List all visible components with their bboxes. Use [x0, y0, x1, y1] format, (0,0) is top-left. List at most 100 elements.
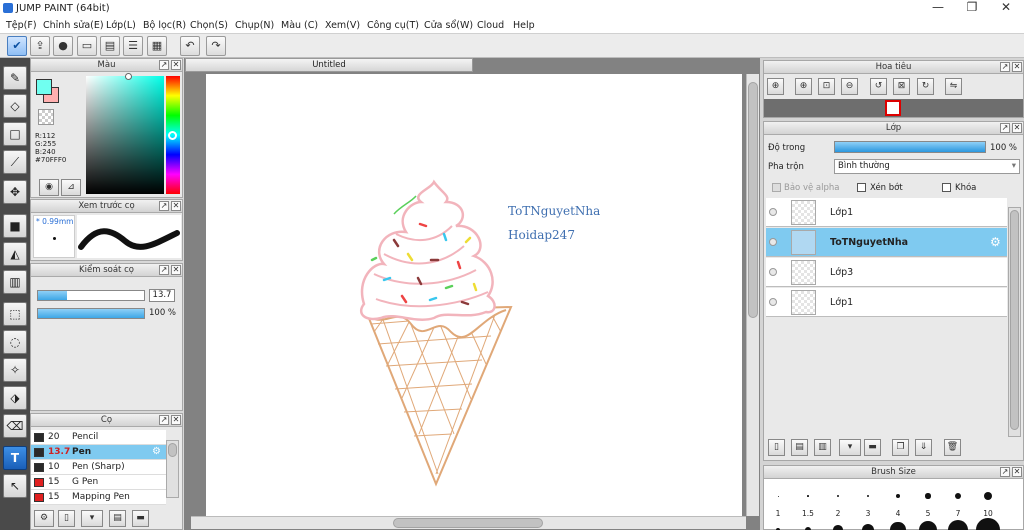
delete-layer-icon[interactable]: 🗑	[944, 439, 961, 456]
select-rect-tool-icon[interactable]: ⬚	[3, 302, 27, 326]
new-layer-icon[interactable]: ▯	[768, 439, 785, 456]
menu-window[interactable]: Cửa sổ(W)	[424, 20, 473, 31]
protect-alpha-checkbox[interactable]	[772, 183, 781, 192]
menu-file[interactable]: Tệp(F)	[6, 20, 37, 31]
blend-mode-select[interactable]: Bình thường ▾	[834, 159, 1020, 174]
layer-menu-icon[interactable]: ▾	[839, 439, 861, 456]
navigator-preview[interactable]	[764, 99, 1023, 117]
navigator-view-rect[interactable]	[885, 100, 901, 116]
brush-size-preset-large[interactable]	[861, 523, 875, 530]
brush-size-preset-8[interactable]	[984, 492, 992, 500]
brush-size-preset-6[interactable]	[925, 493, 931, 499]
brush-size-preset-large[interactable]	[804, 526, 812, 530]
hue-slider[interactable]	[166, 76, 180, 194]
maximize-button[interactable]: ❐	[955, 0, 989, 17]
brush-menu-icon[interactable]: ▾	[81, 510, 103, 527]
list-icon[interactable]: ☰	[123, 36, 143, 56]
lasso-tool-icon[interactable]: ◌	[3, 330, 27, 354]
merge-layer-icon[interactable]: ⇓	[915, 439, 932, 456]
brush-item-g-pen[interactable]: 15 G Pen	[31, 475, 166, 490]
fit-window-icon[interactable]: ⊡	[818, 78, 835, 95]
line-tool-icon[interactable]: ⟋	[3, 150, 27, 174]
brush-size-preset-5[interactable]	[896, 494, 900, 498]
saturation-value-picker[interactable]	[86, 73, 164, 194]
drawing-canvas[interactable]: ToTNguyetNha Hoidap247	[206, 74, 742, 516]
brush-size-preset-1[interactable]	[777, 495, 779, 497]
close-button[interactable]: ✕	[989, 0, 1023, 17]
grid-edit-icon[interactable]: ▦	[147, 36, 167, 56]
brush-size-preset-large[interactable]	[947, 519, 969, 530]
canvas-vscroll-thumb[interactable]	[748, 82, 758, 318]
rotate-right-icon[interactable]: ↻	[917, 78, 934, 95]
rotate-left-icon[interactable]: ↺	[870, 78, 887, 95]
panel-close-icon[interactable]: ✕	[1012, 62, 1022, 72]
panel-close-icon[interactable]: ✕	[171, 201, 181, 211]
lock-checkbox[interactable]	[942, 183, 951, 192]
panel-float-icon[interactable]: ↗	[1000, 62, 1010, 72]
brush-size-preset-3[interactable]	[837, 495, 839, 497]
check-icon[interactable]: ✔	[7, 36, 27, 56]
brush-size-slider[interactable]	[37, 290, 145, 301]
comment-icon[interactable]: ▭	[77, 36, 97, 56]
menu-filter[interactable]: Bộ lọc(R)	[143, 20, 186, 31]
layer-settings-icon[interactable]: ⚙	[990, 235, 1001, 249]
layer-visibility-icon[interactable]	[769, 298, 777, 306]
brush-size-preset-large[interactable]	[833, 525, 843, 530]
menu-cloud[interactable]: Cloud	[477, 20, 504, 31]
redo-icon[interactable]: ↷	[206, 36, 226, 56]
new-layer-1bit-icon[interactable]: ▥	[814, 439, 831, 456]
layer-visibility-icon[interactable]	[769, 208, 777, 216]
layer-scroll-thumb[interactable]	[1010, 210, 1019, 430]
canvas-vertical-scrollbar[interactable]	[746, 74, 759, 516]
canvas-hscroll-thumb[interactable]	[393, 518, 543, 528]
menu-edit[interactable]: Chỉnh sửa(E)	[43, 20, 104, 31]
layer-folder-icon[interactable]: ▬	[864, 439, 881, 456]
menu-capture[interactable]: Chụp(N)	[235, 20, 274, 31]
layer-item[interactable]: Lớp1	[766, 288, 1007, 317]
color-picker-cursor[interactable]	[125, 73, 132, 80]
reset-view-icon[interactable]: ⊠	[893, 78, 910, 95]
canvas-horizontal-scrollbar[interactable]	[191, 516, 746, 529]
menu-help[interactable]: Help	[513, 20, 535, 31]
page-icon[interactable]: ▤	[100, 36, 120, 56]
brush-size-preset-large[interactable]	[919, 521, 937, 530]
fill-rect-tool-icon[interactable]: ■	[3, 214, 27, 238]
minimize-button[interactable]: —	[921, 0, 955, 17]
layer-item[interactable]: Lớp3	[766, 258, 1007, 287]
brush-list-scroll-thumb[interactable]	[168, 443, 177, 457]
duplicate-layer-icon[interactable]: ❐	[892, 439, 909, 456]
panel-float-icon[interactable]: ↗	[1000, 467, 1010, 477]
color-palette-icon[interactable]: ◉	[39, 179, 59, 196]
brush-list-scrollbar[interactable]	[166, 440, 179, 498]
menu-layer[interactable]: Lớp(L)	[106, 20, 136, 31]
new-layer-8bit-icon[interactable]: ▤	[791, 439, 808, 456]
brush-size-preset-7[interactable]	[954, 492, 962, 500]
canvas-text-hoidap247[interactable]: Hoidap247	[508, 228, 575, 242]
add-brush-icon[interactable]: ⚙	[34, 510, 54, 527]
layer-item[interactable]: Lớp1	[766, 198, 1007, 227]
panel-close-icon[interactable]: ✕	[171, 265, 181, 275]
export-icon[interactable]: ⇪	[30, 36, 50, 56]
document-tab[interactable]: Untitled	[185, 58, 473, 72]
select-pen-tool-icon[interactable]: ⬗	[3, 386, 27, 410]
brush-copy-icon[interactable]: ▤	[109, 510, 126, 527]
operation-tool-icon[interactable]: ↖	[3, 474, 27, 498]
color-picker-icon[interactable]: ⊿	[61, 179, 81, 196]
panel-close-icon[interactable]: ✕	[171, 415, 181, 425]
text-tool-icon[interactable]: T	[3, 446, 27, 470]
layer-visibility-icon[interactable]	[769, 268, 777, 276]
layer-opacity-slider[interactable]	[834, 141, 986, 153]
flip-icon[interactable]: ⇋	[945, 78, 962, 95]
panel-float-icon[interactable]: ↗	[159, 201, 169, 211]
brush-size-preset-large[interactable]	[890, 522, 906, 530]
panel-close-icon[interactable]: ✕	[1012, 467, 1022, 477]
brush-item-pen-sharp[interactable]: 10 Pen (Sharp)	[31, 460, 166, 475]
brush-item-mapping-pen[interactable]: 15 Mapping Pen	[31, 490, 166, 505]
clipping-checkbox[interactable]	[857, 183, 866, 192]
panel-float-icon[interactable]: ↗	[159, 60, 169, 70]
brush-size-preset-2[interactable]	[807, 495, 809, 497]
zoom-in-icon[interactable]: ⊕	[795, 78, 812, 95]
rect-tool-icon[interactable]: □	[3, 122, 27, 146]
menu-view[interactable]: Xem(V)	[325, 20, 360, 31]
layer-item-selected[interactable]: ToTNguyetNha ⚙	[766, 228, 1007, 257]
